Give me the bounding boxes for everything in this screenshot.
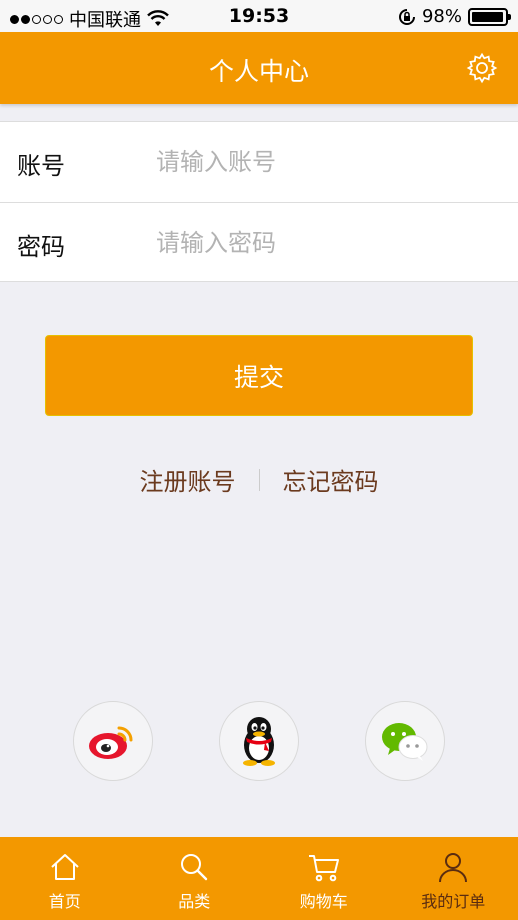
qq-login-button[interactable] [219, 701, 299, 781]
gear-icon[interactable] [466, 52, 498, 84]
tab-home[interactable]: 首页 [0, 837, 130, 920]
weibo-login-button[interactable] [73, 701, 153, 781]
tab-label: 品类 [178, 892, 211, 911]
auth-links: 注册账号 忘记密码 [0, 462, 518, 497]
tab-label: 我的订单 [421, 892, 486, 911]
tab-bar: 首页 品类 购物车 我的订单 [0, 837, 518, 920]
wechat-login-button[interactable] [365, 701, 445, 781]
login-form: 账号 密码 [0, 121, 518, 282]
link-divider [258, 468, 260, 491]
wechat-icon [382, 723, 428, 761]
battery-percent: 98% [421, 6, 462, 27]
tab-label: 首页 [48, 892, 81, 911]
password-input[interactable] [156, 223, 496, 263]
nav-bar: 个人中心 [0, 32, 518, 104]
password-row: 密码 [0, 202, 518, 282]
status-bar: 中国联通 19:53 98% [0, 0, 518, 32]
orientation-lock-icon [398, 8, 415, 25]
weibo-icon [89, 726, 133, 759]
battery-icon [468, 7, 511, 26]
tab-my-orders[interactable]: 我的订单 [389, 837, 518, 920]
password-label: 密码 [17, 233, 65, 261]
battery-fill [472, 11, 504, 22]
user-icon [439, 853, 468, 883]
register-link[interactable]: 注册账号 [140, 462, 236, 497]
account-label: 账号 [17, 152, 65, 180]
search-icon [181, 854, 208, 881]
tab-label: 购物车 [299, 892, 348, 911]
cart-icon [308, 855, 339, 882]
tab-cart[interactable]: 购物车 [259, 837, 389, 920]
account-row: 账号 [0, 122, 518, 202]
qq-penguin-icon [243, 717, 275, 766]
forgot-password-link[interactable]: 忘记密码 [283, 462, 379, 497]
home-icon [51, 854, 79, 880]
tab-category[interactable]: 品类 [130, 837, 260, 920]
account-input[interactable] [156, 142, 496, 182]
page-title: 个人中心 [208, 57, 309, 86]
status-right: 98% [398, 6, 511, 27]
submit-button[interactable]: 提交 [45, 335, 473, 416]
